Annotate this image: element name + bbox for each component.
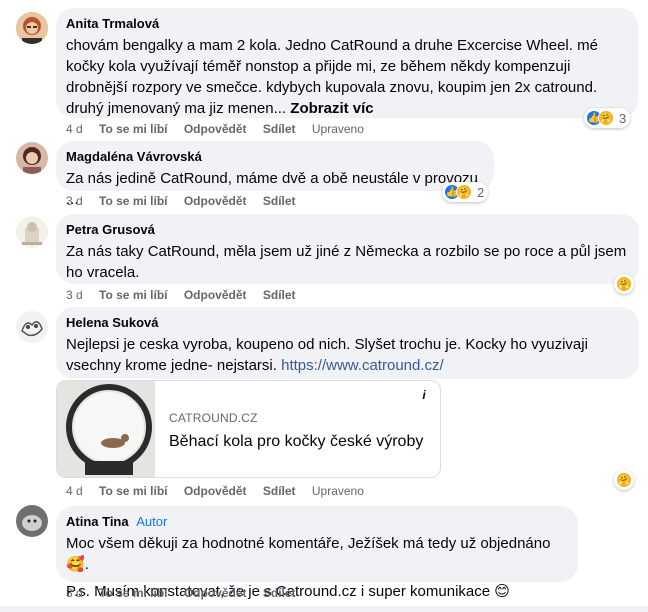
share-button[interactable]: Sdílet: [263, 288, 296, 302]
reaction-summary[interactable]: 👍 🤗 2: [442, 182, 489, 202]
author-badge: Autor: [136, 514, 168, 529]
share-button[interactable]: Sdílet: [263, 122, 296, 136]
care-reaction-icon: 🤗: [456, 184, 472, 200]
comment-link[interactable]: https://www.catround.cz/: [281, 357, 444, 374]
comment-time[interactable]: 4 d: [66, 122, 83, 136]
avatar[interactable]: [16, 505, 48, 537]
share-button[interactable]: Sdílet: [263, 586, 296, 600]
reply-button[interactable]: Odpovědět: [184, 122, 247, 136]
comment-author[interactable]: Magdaléna Vávrovská: [66, 149, 482, 165]
comment-text: Za nás taky CatRound, měla jsem už jiné …: [66, 243, 627, 281]
reaction-count: 3: [619, 110, 627, 126]
link-preview-image[interactable]: [57, 381, 155, 477]
comment-author[interactable]: Atina Tina Autor: [66, 514, 566, 530]
comment-time[interactable]: 4 d: [66, 484, 83, 498]
comment-bubble: Helena Suková Nejlepsi je ceska vyroba, …: [56, 307, 639, 379]
reaction-summary[interactable]: 👍 🤗 3: [584, 108, 631, 128]
care-reaction-icon: 🤗: [598, 110, 614, 126]
link-preview-card[interactable]: CATROUND.CZ Běhací kola pro kočky české …: [56, 380, 441, 478]
like-button[interactable]: To se mi líbí: [99, 586, 167, 600]
comment-bubble: Petra Grusová Za nás taky CatRound, měla…: [56, 214, 639, 284]
smiling-face-hearts-icon: 🥰: [66, 556, 85, 573]
comment-actions: 4 d To se mi líbí Odpovědět Sdílet Uprav…: [66, 122, 377, 136]
see-more-link[interactable]: Zobrazit víc: [290, 100, 373, 117]
avatar[interactable]: [16, 216, 48, 248]
reaction-count: 2: [477, 184, 485, 200]
info-icon[interactable]: i: [416, 387, 432, 403]
like-button[interactable]: To se mi líbí: [99, 194, 167, 208]
comment-bubble: Magdaléna Vávrovská Za nás jedině CatRou…: [56, 141, 494, 208]
share-button[interactable]: Sdílet: [263, 194, 296, 208]
share-button[interactable]: Sdílet: [263, 484, 296, 498]
comment-text: Moc všem děkuji za hodnotné komentáře, J…: [66, 535, 551, 573]
comment-actions: 3 d To se mi líbí Odpovědět Sdílet: [66, 586, 309, 600]
comment-bubble: Atina Tina Autor Moc všem děkuji za hodn…: [56, 506, 578, 600]
avatar[interactable]: [16, 142, 48, 174]
divider: [0, 606, 648, 612]
reaction-summary[interactable]: 🤗: [614, 470, 634, 490]
avatar[interactable]: [16, 12, 48, 44]
comment-time[interactable]: 3 d: [66, 288, 83, 302]
reply-button[interactable]: Odpovědět: [184, 484, 247, 498]
avatar[interactable]: [16, 311, 48, 343]
link-preview-domain: CATROUND.CZ: [169, 411, 258, 425]
reply-button[interactable]: Odpovědět: [184, 586, 247, 600]
comment-time[interactable]: 3 d: [66, 586, 83, 600]
link-preview-title[interactable]: Běhací kola pro kočky české výroby: [169, 433, 423, 451]
edited-label[interactable]: Upraveno: [312, 484, 364, 498]
comment-text: chovám bengalky a mam 2 kola. Jedno CatR…: [66, 37, 598, 117]
like-button[interactable]: To se mi líbí: [99, 288, 167, 302]
comment-text: Nejlepsi je ceska vyroba, koupeno od nic…: [66, 336, 588, 374]
comment-actions: 4 d To se mi líbí Odpovědět Sdílet Uprav…: [66, 484, 377, 498]
comment-actions: 3 d To se mi líbí Odpovědět Sdílet: [66, 194, 309, 208]
comment-author[interactable]: Petra Grusová: [66, 222, 627, 238]
author-name[interactable]: Atina Tina: [66, 514, 129, 529]
comment-author[interactable]: Helena Suková: [66, 315, 627, 331]
edited-label[interactable]: Upraveno: [312, 122, 364, 136]
like-button[interactable]: To se mi líbí: [99, 484, 167, 498]
comment-bubble: Anita Trmalová chovám bengalky a mam 2 k…: [56, 8, 638, 118]
smile-icon: 😊: [494, 583, 510, 600]
reply-button[interactable]: Odpovědět: [184, 288, 247, 302]
reply-button[interactable]: Odpovědět: [184, 194, 247, 208]
comment-actions: 3 d To se mi líbí Odpovědět Sdílet: [66, 288, 309, 302]
comment-time[interactable]: 3 d: [66, 194, 83, 208]
care-reaction-icon: 🤗: [616, 276, 632, 292]
like-button[interactable]: To se mi líbí: [99, 122, 167, 136]
reaction-summary[interactable]: 🤗: [614, 274, 634, 294]
care-reaction-icon: 🤗: [616, 472, 632, 488]
comment-author[interactable]: Anita Trmalová: [66, 16, 626, 32]
